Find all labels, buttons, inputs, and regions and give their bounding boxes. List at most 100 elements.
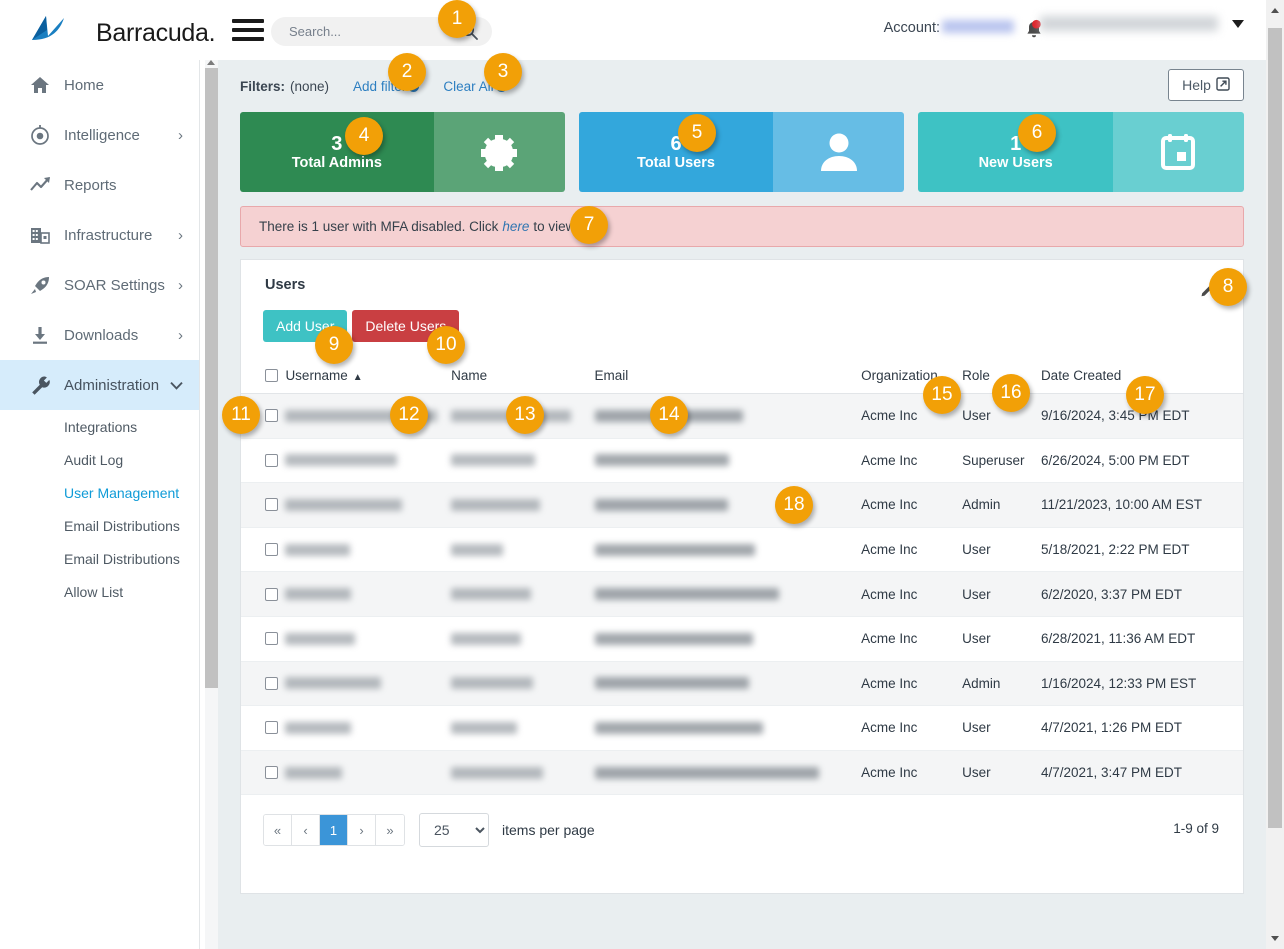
row-checkbox[interactable] bbox=[265, 676, 278, 690]
table-row[interactable]: Acme Inc User 4/7/2021, 1:26 PM EDT bbox=[241, 705, 1243, 751]
row-checkbox[interactable] bbox=[265, 632, 278, 646]
chevron-down-icon[interactable] bbox=[1232, 19, 1244, 28]
stat-card-total-admins[interactable]: 3 Total Admins bbox=[240, 112, 565, 192]
sidebar-item-label: Home bbox=[64, 76, 105, 94]
row-select-cell[interactable] bbox=[241, 661, 286, 707]
table-header-row: Username ▲ Name Email Organization Role bbox=[241, 359, 1243, 394]
app-root: Barracuda. Account: bbox=[0, 0, 1284, 949]
stat-card-new-users[interactable]: 1 New Users bbox=[918, 112, 1244, 192]
cell-email bbox=[594, 393, 862, 439]
row-checkbox[interactable] bbox=[265, 543, 278, 557]
row-select-cell[interactable] bbox=[241, 705, 286, 751]
row-checkbox[interactable] bbox=[265, 453, 278, 467]
scroll-up-arrow-icon[interactable] bbox=[1271, 8, 1279, 13]
cell-email bbox=[594, 527, 862, 573]
chevron-right-icon[interactable]: › bbox=[178, 227, 183, 244]
table-row[interactable]: Acme Inc User 5/18/2021, 2:22 PM EDT bbox=[241, 527, 1243, 573]
download-icon bbox=[30, 325, 64, 345]
username-redacted bbox=[285, 498, 403, 511]
stat-card-body: 6 Total Users bbox=[578, 112, 774, 192]
table-row[interactable]: Acme Inc Superuser 6/26/2024, 5:00 PM EDT bbox=[241, 438, 1243, 484]
sidebar-item-infrastructure[interactable]: Infrastructure › bbox=[0, 210, 199, 260]
sidebar-item-reports[interactable]: Reports bbox=[0, 160, 199, 210]
sidebar-subitem-email-distributions-1[interactable]: Email Distributions bbox=[0, 509, 199, 542]
table-row[interactable]: Acme Inc User 4/7/2021, 3:47 PM EDT bbox=[241, 750, 1243, 796]
column-label: Email bbox=[594, 368, 629, 383]
stat-card-total-users[interactable]: 6 Total Users bbox=[578, 112, 905, 192]
name-redacted bbox=[451, 721, 518, 734]
column-header-username[interactable]: Username ▲ bbox=[285, 359, 452, 394]
row-checkbox[interactable] bbox=[265, 721, 278, 735]
table-row[interactable]: Acme Inc User 6/2/2020, 3:37 PM EDT bbox=[241, 571, 1243, 617]
chevron-down-icon[interactable] bbox=[170, 377, 183, 394]
row-checkbox[interactable] bbox=[265, 766, 278, 780]
cell-organization: Acme Inc bbox=[861, 661, 963, 707]
first-page-button[interactable]: « bbox=[264, 815, 292, 846]
account-indicator: Account: bbox=[884, 20, 1014, 36]
items-per-page-select[interactable]: 25 bbox=[419, 813, 489, 848]
row-checkbox[interactable] bbox=[265, 498, 278, 512]
annotation-badge-10: 10 bbox=[427, 326, 465, 364]
sidebar-item-soar-settings[interactable]: SOAR Settings › bbox=[0, 260, 199, 310]
sidebar-subitem-user-management[interactable]: User Management bbox=[0, 476, 199, 509]
row-select-cell[interactable] bbox=[241, 571, 286, 617]
sidebar-item-label: SOAR Settings bbox=[64, 276, 165, 294]
content-scrollbar[interactable] bbox=[205, 60, 218, 949]
select-all-checkbox[interactable] bbox=[265, 369, 278, 382]
help-button[interactable]: Help bbox=[1168, 69, 1244, 101]
row-select-cell[interactable] bbox=[241, 438, 286, 484]
annotation-badge-9: 9 bbox=[315, 326, 353, 364]
window-scrollbar[interactable] bbox=[1266, 0, 1284, 949]
sidebar-item-administration[interactable]: Administration bbox=[0, 360, 199, 410]
scroll-up-arrow-icon[interactable] bbox=[207, 60, 215, 65]
column-header-name[interactable]: Name bbox=[451, 359, 595, 394]
username-redacted bbox=[285, 677, 382, 690]
scroll-down-arrow-icon[interactable] bbox=[1271, 936, 1279, 941]
row-checkbox[interactable] bbox=[265, 587, 278, 601]
filters-bar: Filters: (none) Add filter + Clear All −… bbox=[218, 60, 1266, 112]
scrollbar-thumb[interactable] bbox=[205, 68, 218, 688]
row-checkbox[interactable] bbox=[265, 409, 278, 423]
cell-email bbox=[594, 661, 862, 707]
alert-here-link[interactable]: here bbox=[502, 219, 529, 234]
chevron-right-icon[interactable]: › bbox=[178, 327, 183, 344]
stat-card-label: Total Users bbox=[637, 154, 715, 171]
user-account-menu[interactable] bbox=[1040, 16, 1244, 31]
sidebar-subitem-audit-log[interactable]: Audit Log bbox=[0, 443, 199, 476]
sidebar-subitem-allow-list[interactable]: Allow List bbox=[0, 575, 199, 608]
sidebar-subitem-email-distributions-2[interactable]: Email Distributions bbox=[0, 542, 199, 575]
sidebar-item-label: Downloads bbox=[64, 326, 139, 344]
barracuda-logo[interactable]: Barracuda. bbox=[30, 14, 216, 47]
page-number-button[interactable]: 1 bbox=[320, 815, 348, 846]
cell-name bbox=[451, 750, 595, 796]
previous-page-button[interactable]: ‹ bbox=[292, 815, 320, 846]
table-row[interactable]: Acme Inc Admin 1/16/2024, 12:33 PM EST bbox=[241, 661, 1243, 707]
brand-name: Barracuda. bbox=[96, 19, 216, 47]
row-select-cell[interactable] bbox=[241, 482, 286, 528]
sidebar-item-home[interactable]: Home bbox=[0, 60, 199, 110]
cell-username bbox=[285, 705, 452, 751]
cell-name bbox=[451, 661, 595, 707]
search-input[interactable] bbox=[271, 24, 441, 39]
hamburger-menu-icon[interactable] bbox=[232, 19, 264, 41]
scrollbar-thumb[interactable] bbox=[1268, 28, 1282, 828]
last-page-button[interactable]: » bbox=[376, 815, 404, 846]
row-select-cell[interactable] bbox=[241, 616, 286, 662]
chevron-right-icon[interactable]: › bbox=[178, 277, 183, 294]
next-page-button[interactable]: › bbox=[348, 815, 376, 846]
table-row[interactable]: Acme Inc Admin 11/21/2023, 10:00 AM EST bbox=[241, 482, 1243, 528]
cell-name bbox=[451, 438, 595, 484]
column-header-email[interactable]: Email bbox=[594, 359, 862, 394]
row-select-cell[interactable] bbox=[241, 750, 286, 796]
chevron-right-icon[interactable]: › bbox=[178, 127, 183, 144]
select-all-header[interactable] bbox=[241, 359, 286, 394]
sidebar-subitem-integrations[interactable]: Integrations bbox=[0, 410, 199, 443]
table-row[interactable]: Acme Inc User 6/28/2021, 11:36 AM EDT bbox=[241, 616, 1243, 662]
cell-username bbox=[285, 527, 452, 573]
column-label: Date Created bbox=[1040, 368, 1122, 383]
row-select-cell[interactable] bbox=[241, 527, 286, 573]
sidebar-item-downloads[interactable]: Downloads › bbox=[0, 310, 199, 360]
email-redacted bbox=[594, 721, 763, 734]
sidebar-item-intelligence[interactable]: Intelligence › bbox=[0, 110, 199, 160]
cell-role: User bbox=[962, 616, 1041, 662]
